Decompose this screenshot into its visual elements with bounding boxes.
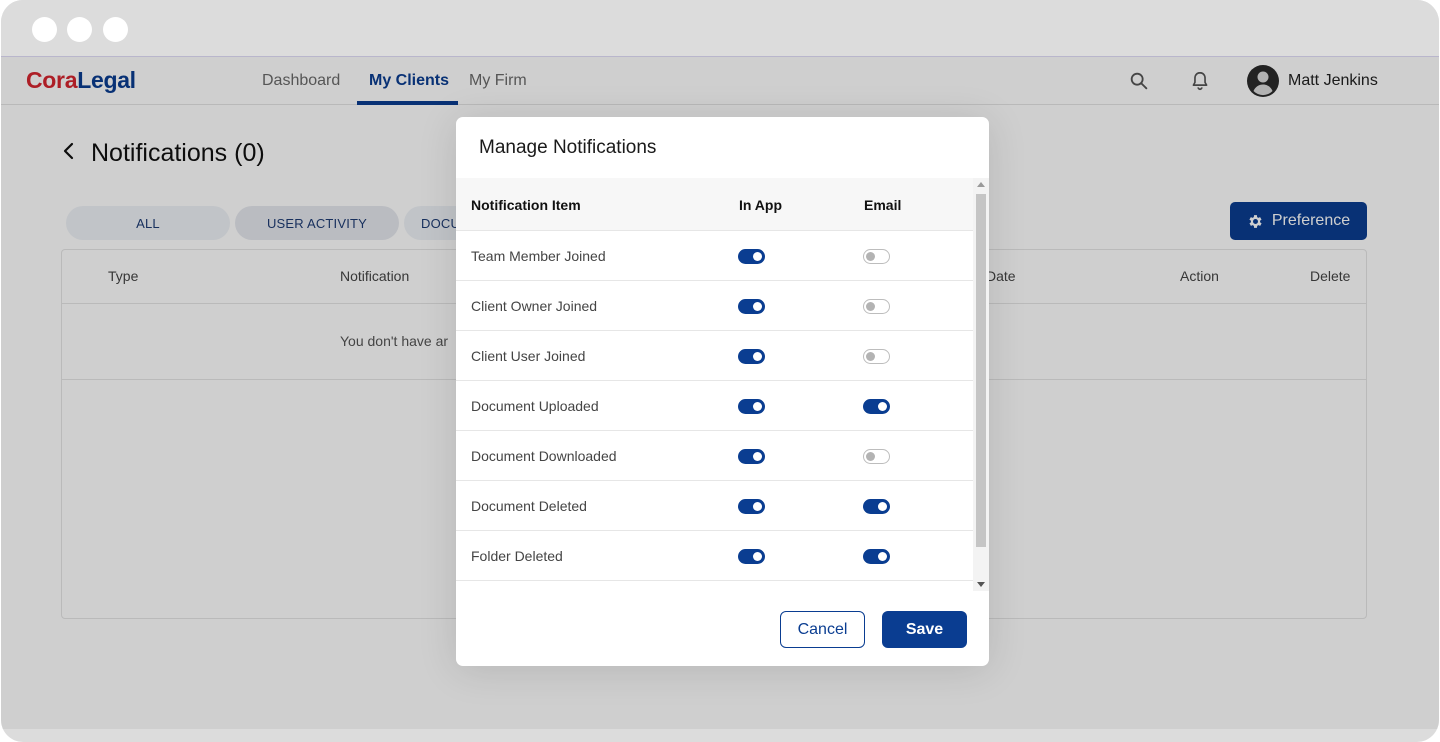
settings-row-label: Client Owner Joined	[471, 298, 598, 314]
settings-row-label: Client User Joined	[471, 348, 586, 364]
settings-row: Folder Deleted	[456, 531, 973, 581]
settings-row-label: Document Downloaded	[471, 448, 617, 464]
settings-row-label: Folder Deleted	[471, 548, 563, 564]
app-viewport: CoraLegal Dashboard My Clients My Firm M…	[1, 57, 1439, 729]
settings-row: Team Member Joined	[456, 231, 973, 281]
settings-table-header: Notification Item In App Email	[456, 178, 973, 231]
scroll-thumb[interactable]	[976, 194, 986, 547]
toggle-knob	[878, 402, 887, 411]
modal-title: Manage Notifications	[479, 137, 657, 158]
notification-settings-table: Notification Item In App Email Team Memb…	[456, 178, 973, 583]
scroll-up-arrow-icon[interactable]	[977, 182, 985, 187]
email-toggle[interactable]	[863, 249, 890, 264]
in-app-toggle[interactable]	[738, 549, 765, 564]
browser-window: CoraLegal Dashboard My Clients My Firm M…	[1, 0, 1439, 742]
window-titlebar	[1, 0, 1439, 57]
toggle-knob	[753, 502, 762, 511]
email-toggle[interactable]	[863, 349, 890, 364]
in-app-toggle[interactable]	[738, 449, 765, 464]
col-notification-item: Notification Item	[471, 197, 581, 213]
save-button[interactable]: Save	[882, 611, 967, 648]
settings-row-label: Team Member Joined	[471, 248, 606, 264]
toggle-knob	[753, 252, 762, 261]
settings-row: Client User Joined	[456, 331, 973, 381]
toggle-knob	[753, 352, 762, 361]
toggle-knob	[866, 352, 875, 361]
in-app-toggle[interactable]	[738, 249, 765, 264]
toggle-knob	[866, 452, 875, 461]
email-toggle[interactable]	[863, 399, 890, 414]
settings-row: Client Owner Joined	[456, 281, 973, 331]
email-toggle[interactable]	[863, 549, 890, 564]
settings-row: Document Uploaded	[456, 381, 973, 431]
toggle-knob	[753, 402, 762, 411]
toggle-knob	[753, 452, 762, 461]
toggle-knob	[753, 552, 762, 561]
window-minimize-dot[interactable]	[67, 17, 92, 42]
scroll-down-arrow-icon[interactable]	[977, 582, 985, 587]
in-app-toggle[interactable]	[738, 399, 765, 414]
toggle-knob	[753, 302, 762, 311]
toggle-knob	[866, 302, 875, 311]
col-in-app: In App	[739, 197, 783, 213]
manage-notifications-modal: Manage Notifications Notification Item I…	[456, 117, 989, 666]
email-toggle[interactable]	[863, 299, 890, 314]
settings-row-label: Document Uploaded	[471, 398, 599, 414]
in-app-toggle[interactable]	[738, 499, 765, 514]
toggle-knob	[878, 502, 887, 511]
settings-row-label: Document Deleted	[471, 498, 587, 514]
settings-row: Document Downloaded	[456, 431, 973, 481]
col-email: Email	[864, 197, 902, 213]
window-maximize-dot[interactable]	[103, 17, 128, 42]
in-app-toggle[interactable]	[738, 299, 765, 314]
window-close-dot[interactable]	[32, 17, 57, 42]
email-toggle[interactable]	[863, 499, 890, 514]
settings-row: Document Deleted	[456, 481, 973, 531]
toggle-knob	[878, 552, 887, 561]
in-app-toggle[interactable]	[738, 349, 765, 364]
cancel-button[interactable]: Cancel	[780, 611, 865, 648]
email-toggle[interactable]	[863, 449, 890, 464]
modal-scrollbar[interactable]	[973, 178, 989, 591]
toggle-knob	[866, 252, 875, 261]
